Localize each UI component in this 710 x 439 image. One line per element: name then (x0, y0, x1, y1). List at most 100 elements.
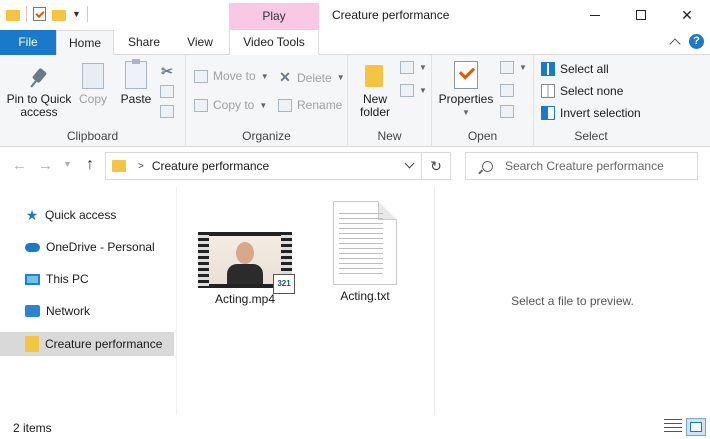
nav-item-network[interactable]: Network (0, 299, 174, 323)
maximize-icon (636, 10, 646, 20)
copy-path-button[interactable] (160, 85, 174, 98)
properties-button[interactable]: Properties ▼ (438, 61, 494, 119)
select-none-label: Select none (560, 84, 624, 98)
open-group: Properties ▼ ▼ Open (432, 55, 534, 147)
help-icon[interactable]: ? (689, 34, 704, 49)
easy-access-button[interactable]: ▼ (400, 84, 427, 97)
properties-icon (454, 61, 478, 89)
tab-view[interactable]: View (180, 30, 220, 55)
rename-icon (278, 98, 292, 112)
preview-pane: Select a file to preview. (435, 187, 710, 415)
recent-locations-chevron-icon[interactable]: ▼ (63, 159, 72, 169)
new-group: New folder ▼ ▼ New (348, 55, 432, 147)
star-icon: ★ (25, 206, 39, 223)
copy-button[interactable]: Copy (76, 63, 110, 106)
invert-selection-button[interactable]: Invert selection (541, 106, 641, 120)
breadcrumb-chevron-icon[interactable]: > (138, 161, 144, 172)
title-bar: ▼ Play Creature performance ✕ (0, 0, 710, 30)
chevron-down-icon: ▼ (519, 63, 527, 72)
tab-file[interactable]: File (0, 30, 56, 55)
history-button[interactable] (500, 105, 514, 118)
new-item-button[interactable]: ▼ (400, 61, 427, 74)
nav-item-label: Creature performance (45, 337, 163, 351)
tile-shape (690, 422, 702, 432)
select-none-button[interactable]: Select none (541, 84, 623, 98)
move-to-button[interactable]: Move to ▼ (194, 69, 269, 83)
address-bar[interactable]: > Creature performance (105, 152, 422, 180)
minimize-ribbon-chevron-icon[interactable] (669, 37, 681, 50)
close-icon: ✕ (681, 6, 693, 23)
film-strip-left (198, 232, 209, 288)
new-folder-icon (365, 63, 385, 89)
window-title: Creature performance (332, 8, 450, 22)
select-all-icon (541, 62, 555, 76)
details-view-icon[interactable] (664, 419, 682, 435)
new-folder-button[interactable]: New folder (356, 63, 394, 119)
search-input[interactable] (505, 159, 695, 173)
file-list: 321 Acting.mp4 Acting.txt (177, 187, 434, 415)
ribbon: Pin to Quick access Copy Paste ✂ Clipboa… (0, 55, 710, 147)
organize-group-label: Organize (242, 129, 291, 143)
move-to-icon (194, 69, 208, 83)
chevron-down-icon: ▼ (336, 73, 345, 82)
open-button[interactable]: ▼ (500, 61, 527, 74)
paste-shortcut-button[interactable] (160, 105, 174, 118)
move-to-label: Move to (213, 69, 256, 83)
chevron-down-icon: ▼ (259, 100, 268, 110)
nav-item-quick-access[interactable]: ★ Quick access (0, 203, 174, 227)
minimize-button[interactable] (572, 0, 618, 30)
properties-qat-icon[interactable] (33, 7, 46, 21)
search-box[interactable] (465, 152, 698, 180)
tab-video-tools[interactable]: Video Tools (229, 30, 319, 55)
forward-arrow-icon[interactable]: → (38, 157, 53, 174)
close-button[interactable]: ✕ (664, 0, 710, 30)
refresh-icon: ↻ (430, 158, 442, 174)
cloud-icon (25, 242, 40, 252)
person-head (236, 242, 254, 264)
paste-label: Paste (120, 92, 152, 106)
maximize-button[interactable] (618, 0, 664, 30)
text-lines (339, 213, 383, 277)
file-item-text[interactable]: Acting.txt (320, 201, 410, 303)
qat-divider-2 (86, 6, 88, 22)
paste-button[interactable]: Paste (118, 59, 154, 106)
text-file-icon (333, 201, 397, 285)
select-all-button[interactable]: Select all (541, 62, 609, 76)
rename-button[interactable]: Rename (278, 98, 342, 112)
edit-button[interactable] (500, 84, 514, 97)
up-arrow-icon[interactable]: ↑ (86, 156, 94, 174)
pin-to-quick-access-button[interactable]: Pin to Quick access (6, 67, 72, 119)
media-player-badge-icon: 321 (273, 274, 295, 294)
breadcrumb-current[interactable]: Creature performance (152, 159, 269, 173)
item-count: 2 items (13, 421, 52, 435)
new-folder-qat-icon[interactable] (52, 9, 66, 21)
delete-button[interactable]: ✕ Delete ▼ (278, 69, 345, 86)
select-none-icon (541, 84, 555, 98)
tab-share[interactable]: Share (122, 30, 166, 55)
refresh-button[interactable]: ↻ (422, 152, 451, 180)
nav-item-this-pc[interactable]: This PC (0, 267, 174, 291)
invert-selection-label: Invert selection (560, 106, 641, 120)
pin-icon (29, 67, 49, 89)
copy-to-icon (194, 98, 208, 112)
customize-qat-chevron-down-icon[interactable]: ▼ (72, 9, 81, 19)
nav-item-creature-performance[interactable]: Creature performance (0, 332, 174, 356)
nav-item-onedrive[interactable]: OneDrive - Personal (0, 235, 174, 259)
large-icons-view-icon[interactable] (686, 418, 706, 436)
history-icon (500, 105, 514, 118)
delete-label: Delete (297, 70, 332, 85)
rename-label: Rename (297, 98, 343, 112)
video-frame (209, 236, 281, 284)
navigation-pane: ★ Quick access OneDrive - Personal This … (0, 187, 176, 415)
computer-icon (25, 273, 40, 285)
pin-label: Pin to Quick access (6, 92, 72, 119)
address-dropdown-chevron-icon[interactable] (404, 158, 415, 169)
copy-to-button[interactable]: Copy to ▼ (194, 98, 267, 112)
file-item-video[interactable]: 321 Acting.mp4 (197, 232, 295, 306)
tab-home[interactable]: Home (56, 30, 114, 56)
cut-button[interactable]: ✂ (160, 63, 174, 80)
clipboard-group-label: Clipboard (66, 129, 119, 143)
back-arrow-icon[interactable]: ← (12, 157, 27, 174)
new-item-icon (400, 61, 414, 74)
context-tab-play[interactable]: Play (229, 3, 319, 30)
